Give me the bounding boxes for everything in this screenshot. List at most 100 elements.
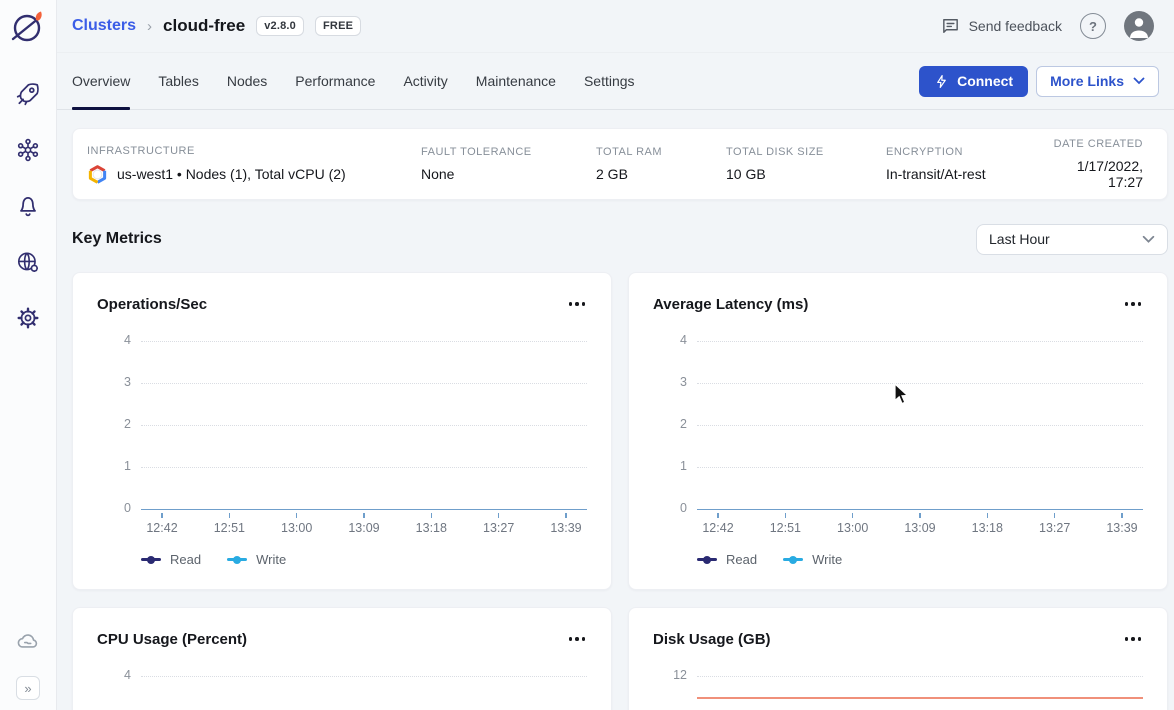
- chart-menu-ellipsis-icon[interactable]: [567, 633, 588, 645]
- chart-card-operations-sec: Operations/Sec4321012:4212:5113:0013:091…: [72, 272, 612, 590]
- user-avatar[interactable]: [1124, 11, 1154, 41]
- dot: [575, 637, 579, 641]
- connect-button[interactable]: Connect: [919, 66, 1028, 97]
- chart-card-cpu-usage-percent: CPU Usage (Percent)4: [72, 607, 612, 710]
- breadcrumb-clusters-link[interactable]: Clusters: [72, 17, 136, 35]
- chart-menu-ellipsis-icon[interactable]: [1123, 298, 1144, 310]
- legend-label: Read: [726, 552, 757, 567]
- tab-overview[interactable]: Overview: [72, 53, 130, 109]
- dot: [569, 302, 573, 306]
- legend-marker-dot: [147, 556, 155, 564]
- legend-label: Write: [256, 552, 286, 567]
- tab-settings[interactable]: Settings: [584, 53, 635, 109]
- x-tick-mark: [852, 513, 854, 518]
- dot: [582, 302, 586, 306]
- x-tick-label: 13:09: [904, 521, 935, 535]
- notifications-bell-icon[interactable]: [15, 193, 41, 219]
- chevron-down-icon: [1142, 235, 1155, 244]
- chart-card-header: Average Latency (ms): [653, 289, 1143, 319]
- x-tick-mark: [785, 513, 787, 518]
- legend-item-write[interactable]: Write: [783, 552, 842, 567]
- chart-title: Disk Usage (GB): [653, 631, 771, 648]
- info-field-label: FAULT TOLERANCE: [421, 146, 586, 158]
- legend-item-read[interactable]: Read: [141, 552, 201, 567]
- info-field: DATE CREATED1/17/2022, 17:27: [1053, 138, 1153, 190]
- y-tick-label: 1: [653, 459, 687, 473]
- dot: [582, 637, 586, 641]
- dot: [1131, 637, 1135, 641]
- x-tick-label: 13:18: [416, 521, 447, 535]
- x-tick-mark: [1054, 513, 1056, 518]
- send-feedback-label: Send feedback: [969, 18, 1062, 34]
- legend-label: Read: [170, 552, 201, 567]
- x-tick-mark: [161, 513, 163, 518]
- gridline: [697, 341, 1143, 342]
- x-tick-mark: [919, 513, 921, 518]
- legend-label: Write: [812, 552, 842, 567]
- planet-rocket-logo[interactable]: [8, 7, 48, 47]
- dot: [1131, 302, 1135, 306]
- x-tick-mark: [717, 513, 719, 518]
- tab-activity[interactable]: Activity: [403, 53, 447, 109]
- send-feedback-button[interactable]: Send feedback: [940, 16, 1062, 36]
- chart-menu-ellipsis-icon[interactable]: [567, 298, 588, 310]
- y-tick-label: 12: [653, 668, 687, 682]
- gridline: [141, 425, 587, 426]
- gridline: [141, 676, 587, 677]
- legend-marker: [141, 558, 161, 561]
- x-axis-labels: 12:4212:5113:0013:0913:1813:2713:39: [141, 513, 587, 535]
- info-field: ENCRYPTIONIn-transit/At-rest: [886, 146, 1053, 182]
- y-tick-label: 0: [97, 501, 131, 515]
- more-links-button[interactable]: More Links: [1036, 66, 1159, 97]
- cloud-status-icon[interactable]: [15, 628, 41, 654]
- x-tick-label: 13:39: [550, 521, 581, 535]
- info-field-label: TOTAL DISK SIZE: [726, 146, 876, 158]
- x-tick-label: 13:27: [483, 521, 514, 535]
- x-tick-mark: [565, 513, 567, 518]
- y-tick-label: 1: [97, 459, 131, 473]
- x-tick-mark: [229, 513, 231, 518]
- info-field-value-text: 10 GB: [726, 166, 766, 182]
- cluster-network-icon[interactable]: [15, 137, 41, 163]
- chart-plot: 43210: [97, 341, 587, 511]
- chart-menu-ellipsis-icon[interactable]: [1123, 633, 1144, 645]
- info-field-value-text: us-west1 • Nodes (1), Total vCPU (2): [117, 166, 346, 182]
- chart-card-average-latency-ms: Average Latency (ms)4321012:4212:5113:00…: [628, 272, 1168, 590]
- x-tick: 13:00: [832, 513, 874, 535]
- tab-maintenance[interactable]: Maintenance: [476, 53, 556, 109]
- x-tick: 12:42: [697, 513, 739, 535]
- x-tick: 13:18: [966, 513, 1008, 535]
- y-tick-label: 2: [97, 417, 131, 431]
- gridline: [141, 467, 587, 468]
- gridline: [697, 467, 1143, 468]
- dot: [569, 637, 573, 641]
- settings-gear-icon[interactable]: [15, 305, 41, 331]
- tab-bar: Overview Tables Nodes Performance Activity Ma…: [57, 53, 1174, 110]
- info-field-label: ENCRYPTION: [886, 146, 1043, 158]
- info-field-value-text: 1/17/2022, 17:27: [1053, 158, 1143, 190]
- dot: [1125, 302, 1129, 306]
- time-range-select[interactable]: Last Hour: [976, 224, 1168, 255]
- global-config-icon[interactable]: [15, 249, 41, 275]
- tab-nodes[interactable]: Nodes: [227, 53, 267, 109]
- breadcrumb: Clusters › cloud-free v2.8.0 FREE: [72, 16, 361, 36]
- tab-tables[interactable]: Tables: [158, 53, 198, 109]
- expand-sidebar-button[interactable]: »: [16, 676, 40, 700]
- rocket-icon[interactable]: [15, 81, 41, 107]
- legend-item-write[interactable]: Write: [227, 552, 286, 567]
- cluster-info-bar: INFRASTRUCTURE us-west1 • Nodes (1), Tot…: [72, 128, 1168, 200]
- info-field-value: 2 GB: [596, 166, 716, 182]
- x-tick-label: 13:00: [837, 521, 868, 535]
- x-tick: 13:27: [1034, 513, 1076, 535]
- x-tick: 12:51: [208, 513, 250, 535]
- y-tick-label: 0: [653, 501, 687, 515]
- plan-badge: FREE: [315, 16, 361, 36]
- version-badge: v2.8.0: [256, 16, 304, 36]
- y-tick-label: 2: [653, 417, 687, 431]
- legend-item-read[interactable]: Read: [697, 552, 757, 567]
- tab-performance[interactable]: Performance: [295, 53, 375, 109]
- help-button[interactable]: ?: [1080, 13, 1106, 39]
- legend-marker: [227, 558, 247, 561]
- legend-marker-dot: [703, 556, 711, 564]
- x-axis-labels: 12:4212:5113:0013:0913:1813:2713:39: [697, 513, 1143, 535]
